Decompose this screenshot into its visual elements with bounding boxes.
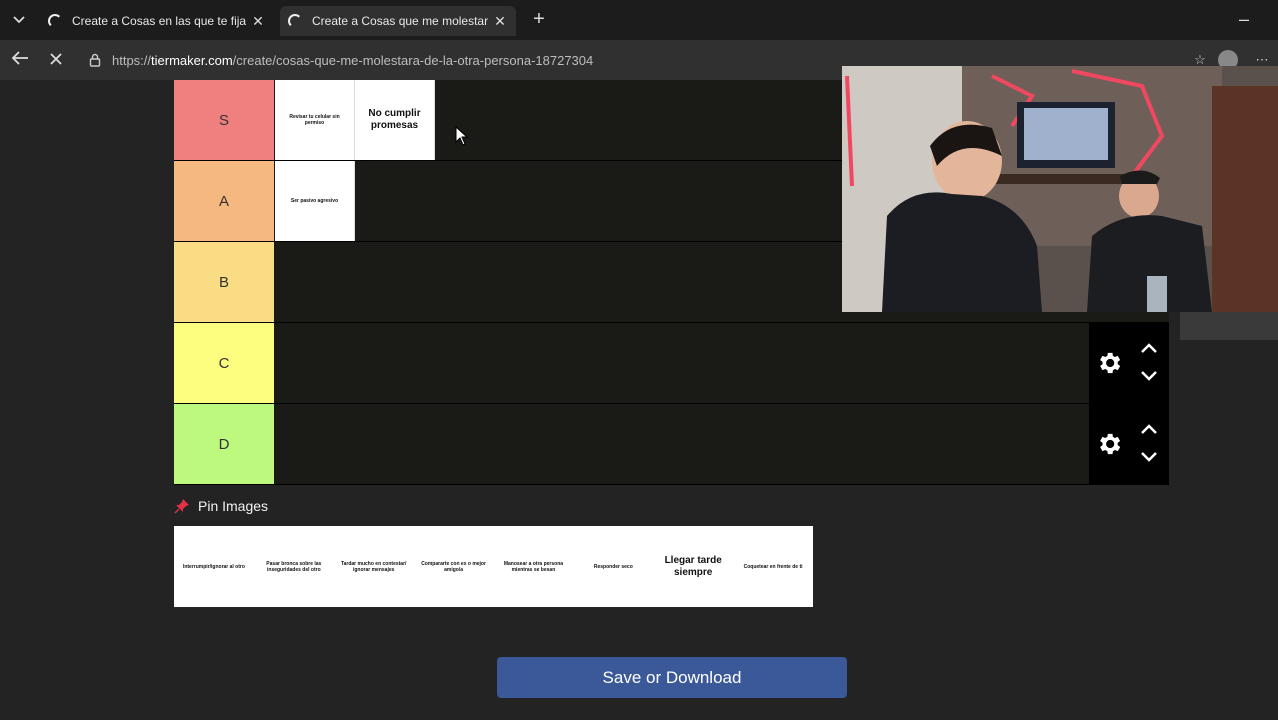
tier-controls xyxy=(1089,323,1169,403)
screen: Create a Cosas en las que te fijas e ✕ C… xyxy=(0,0,1278,720)
pool-item-card[interactable]: Compararte con ex o mejor amigo/a xyxy=(413,526,494,607)
pool-item-card[interactable]: Manosear a otra persona mientras se besa… xyxy=(493,526,574,607)
tier-label-text: S xyxy=(218,111,229,129)
tier-controls xyxy=(1089,404,1169,484)
webcam-strip xyxy=(1180,312,1278,340)
tier-items-a[interactable]: Ser pasivo agresivo xyxy=(275,161,355,241)
close-tab-icon[interactable]: ✕ xyxy=(492,13,508,30)
url-text: https://tiermaker.com/create/cosas-que-m… xyxy=(112,53,593,68)
lock-icon[interactable] xyxy=(86,51,104,69)
back-arrow-icon[interactable] xyxy=(8,48,32,72)
browser-tab[interactable]: Create a Cosas en las que te fijas e ✕ xyxy=(40,6,274,36)
browser-tab-active[interactable]: Create a Cosas que me molestarla ✕ xyxy=(280,6,516,36)
minimize-window-icon[interactable]: – xyxy=(1234,8,1254,32)
tier-label-a[interactable]: A xyxy=(174,161,274,241)
pool-item-card[interactable]: Coquetear en frente de ti xyxy=(733,526,813,607)
stop-loading-icon[interactable] xyxy=(44,48,68,72)
pool-item-card[interactable]: Llegar tarde siempre xyxy=(653,526,734,607)
new-tab-icon[interactable]: + xyxy=(528,8,550,32)
tier-label-s[interactable]: S xyxy=(174,80,274,160)
pushpin-icon xyxy=(174,499,189,514)
loading-spinner-icon xyxy=(48,14,62,28)
webcam-video-image xyxy=(842,66,1278,312)
tier-label-d[interactable]: D xyxy=(174,404,274,484)
move-up-arrow-icon[interactable] xyxy=(1139,341,1159,355)
gear-icon[interactable] xyxy=(1095,349,1123,377)
pool-item-card[interactable]: Responder seco xyxy=(573,526,654,607)
tier-row-d: D xyxy=(174,404,1169,485)
tab-bar: Create a Cosas en las que te fijas e ✕ C… xyxy=(0,0,1278,40)
loading-spinner-icon xyxy=(288,14,302,28)
close-tab-icon[interactable]: ✕ xyxy=(250,13,266,30)
pin-images-header: Pin Images xyxy=(174,497,268,515)
tab-actions-menu-icon[interactable] xyxy=(6,8,32,32)
pin-images-title: Pin Images xyxy=(198,498,269,514)
move-down-arrow-icon[interactable] xyxy=(1139,450,1159,464)
pool-item-card[interactable]: Tardar mucho en contestar/ ignorar mensa… xyxy=(333,526,414,607)
tier-item-card[interactable]: Ser pasivo agresivo xyxy=(275,161,355,241)
move-up-arrow-icon[interactable] xyxy=(1139,422,1159,436)
tier-label-c[interactable]: C xyxy=(174,323,274,403)
tier-items-s[interactable]: Revisar tu celular sin permiso No cumpli… xyxy=(275,80,435,160)
tab-title: Create a Cosas en las que te fijas e xyxy=(72,14,246,28)
tier-item-card[interactable]: No cumplir promesas xyxy=(355,80,435,160)
tier-item-card[interactable]: Revisar tu celular sin permiso xyxy=(275,80,355,160)
url-path: /create/cosas-que-me-molestara-de-la-otr… xyxy=(232,52,594,68)
tier-label-text: C xyxy=(218,354,230,372)
save-or-download-button[interactable]: Save or Download xyxy=(497,657,847,698)
mouse-cursor-icon xyxy=(455,126,469,146)
tier-label-text: B xyxy=(218,273,229,291)
tab-title: Create a Cosas que me molestarla xyxy=(312,14,488,28)
unranked-image-pool[interactable]: Interrumpir/ignorar al otro Pasar bronca… xyxy=(174,526,813,607)
webcam-overlay xyxy=(842,66,1278,312)
tier-row-c: C xyxy=(174,323,1169,404)
move-down-arrow-icon[interactable] xyxy=(1139,369,1159,383)
tier-label-text: A xyxy=(218,192,229,210)
gear-icon[interactable] xyxy=(1095,430,1123,458)
pool-item-card[interactable]: Interrumpir/ignorar al otro xyxy=(174,526,254,607)
url-domain: tiermaker.com xyxy=(151,52,233,68)
tier-label-text: D xyxy=(218,435,230,453)
pool-item-card[interactable]: Pasar bronca sobre las inseguridades del… xyxy=(253,526,334,607)
tier-label-b[interactable]: B xyxy=(174,242,274,322)
url-prefix: https:// xyxy=(112,52,152,68)
